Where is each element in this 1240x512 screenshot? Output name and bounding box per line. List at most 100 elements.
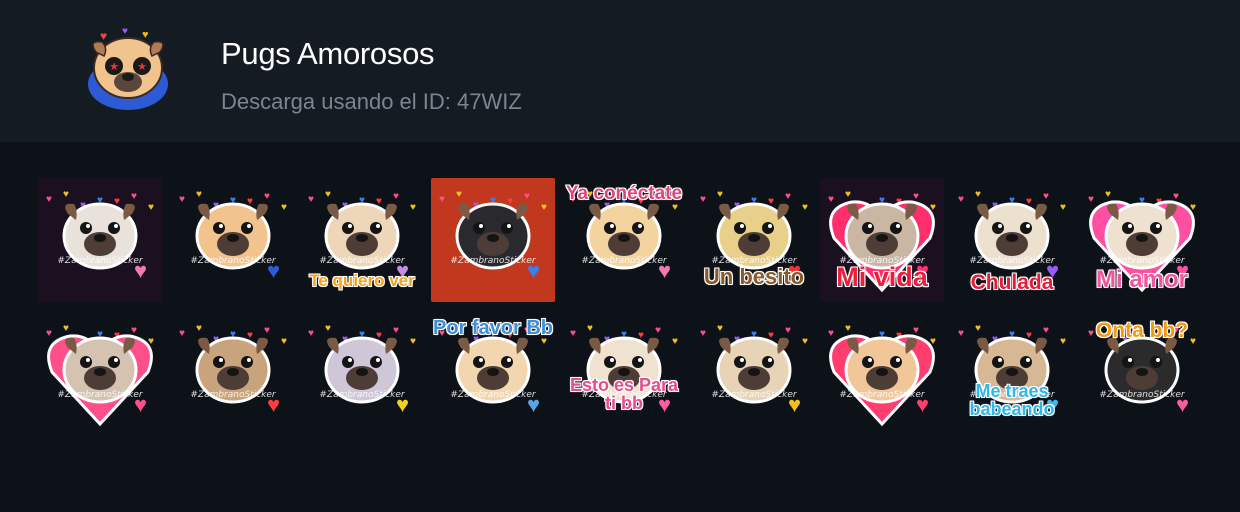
svg-text:♥: ♥ <box>802 202 808 213</box>
svg-text:♥: ♥ <box>439 194 445 205</box>
sticker-watermark: #ZambranoSticker <box>319 390 405 400</box>
svg-text:♥: ♥ <box>325 323 331 334</box>
sticker-watermark: #ZambranoSticker <box>1099 256 1185 266</box>
svg-text:♥: ♥ <box>46 194 52 205</box>
svg-text:♥: ♥ <box>100 29 107 43</box>
svg-text:♥: ♥ <box>700 328 706 339</box>
svg-text:★: ★ <box>109 61 119 73</box>
svg-text:♥: ♥ <box>179 328 185 339</box>
svg-text:♥: ♥ <box>1173 191 1179 202</box>
pug-hearts-cuddle-icon: ♥♥♥♥♥♥♥♥ <box>828 323 936 427</box>
svg-text:♥: ♥ <box>196 189 202 200</box>
pack-download-id: Descarga usando el ID: 47WIZ <box>221 89 522 114</box>
svg-text:♥: ♥ <box>131 191 137 202</box>
sticker-3[interactable]: ♥ ♥ ♥ ♥ ♥ ♥ ♥ ♥ #ZambranoSticker Te quiero ver <box>300 178 424 302</box>
sticker-16[interactable]: ♥♥♥♥♥♥♥♥#ZambranoSticker <box>820 312 944 436</box>
sticker-watermark: #ZambranoSticker <box>450 256 536 266</box>
sticker-7[interactable]: ♥♥♥♥♥♥♥♥#ZambranoStickerMi vida <box>820 178 944 302</box>
svg-text:♥: ♥ <box>1043 191 1049 202</box>
svg-text:♥: ♥ <box>131 325 137 336</box>
svg-text:♥: ♥ <box>655 325 661 336</box>
sticker-11[interactable]: ♥ ♥ ♥ ♥ ♥ ♥ ♥ ♥ #ZambranoSticker <box>171 312 295 436</box>
svg-text:♥: ♥ <box>393 191 399 202</box>
sticker-caption: Mi vida <box>835 262 928 292</box>
pack-header: ★ ★ ♥ ♥ ♥ Pugs Amorosos Descarga usando … <box>0 0 1240 142</box>
sticker-watermark: #ZambranoSticker <box>450 390 536 400</box>
svg-text:★: ★ <box>137 61 147 73</box>
svg-text:♥: ♥ <box>802 336 808 347</box>
sticker-14[interactable]: ♥ ♥ ♥ ♥ ♥ ♥ ♥ ♥ #ZambranoSticker Esto es Para ti … <box>562 312 686 436</box>
svg-text:♥: ♥ <box>456 189 462 200</box>
pug-heart-collage-icon: ♥ ♥♥ ♥ ♥ ♥♥♥ <box>38 178 162 302</box>
svg-text:♥: ♥ <box>587 323 593 334</box>
black-pugs-couple-icon: ♥ ♥♥ ♥ ♥ ♥♥♥ <box>431 178 555 302</box>
sticker-1[interactable]: ♥ ♥ ♥ ♥ ♥ ♥ ♥ ♥ #ZambranoSticker <box>38 178 162 302</box>
svg-text:♥: ♥ <box>1043 325 1049 336</box>
svg-text:♥: ♥ <box>63 323 69 334</box>
pug-pink-heart-icon: ♥♥♥♥♥♥♥♥ <box>46 323 154 427</box>
svg-text:♥: ♥ <box>393 325 399 336</box>
pug-laughing-icon: ♥ ♥♥ ♥ ♥ ♥♥♥ <box>700 323 808 417</box>
sticker-9[interactable]: ♥♥♥♥♥♥♥♥#ZambranoStickerMi amor <box>1080 178 1204 302</box>
sticker-2[interactable]: ♥ ♥ ♥ ♥ ♥ ♥ ♥ ♥ #ZambranoSticker <box>171 178 295 302</box>
sticker-15[interactable]: ♥ ♥ ♥ ♥ ♥ ♥ ♥ ♥ #ZambranoSticker <box>692 312 816 436</box>
pug-unicorn-rainbow-icon: ♥ ♥♥ ♥ ♥ ♥♥♥ <box>308 323 416 417</box>
svg-text:♥: ♥ <box>700 194 706 205</box>
sticker-caption: Chulada <box>970 271 1054 294</box>
sticker-17[interactable]: ♥ ♥ ♥ ♥ ♥ ♥ ♥ ♥ #ZambranoSticker Me traes babeand… <box>950 312 1074 436</box>
svg-text:♥: ♥ <box>785 191 791 202</box>
sticker-watermark: #ZambranoSticker <box>969 256 1055 266</box>
sticker-watermark: #ZambranoSticker <box>190 256 276 266</box>
sticker-watermark: #ZambranoSticker <box>190 390 276 400</box>
sticker-watermark: #ZambranoSticker <box>581 256 667 266</box>
sticker-caption: Onta bb? <box>1095 319 1189 342</box>
svg-text:♥: ♥ <box>672 336 678 347</box>
sticker-watermark: #ZambranoSticker <box>839 390 925 400</box>
svg-text:♥: ♥ <box>845 189 851 200</box>
sticker-watermark: #ZambranoSticker <box>1099 390 1185 400</box>
sticker-watermark: #ZambranoSticker <box>57 256 143 266</box>
svg-text:♥: ♥ <box>410 336 416 347</box>
svg-text:♥: ♥ <box>325 189 331 200</box>
pug-giving-heart-icon: ♥ ♥♥ ♥ ♥ ♥♥♥ <box>570 323 678 417</box>
sticker-watermark: #ZambranoSticker <box>57 390 143 400</box>
svg-text:♥: ♥ <box>122 26 128 37</box>
sticker-6[interactable]: ♥ ♥ ♥ ♥ ♥ ♥ ♥ ♥ #ZambranoSticker Un besito <box>692 178 816 302</box>
sticker-caption: Mi amor <box>1095 266 1189 293</box>
svg-text:♥: ♥ <box>524 191 530 202</box>
svg-text:♥: ♥ <box>913 325 919 336</box>
sticker-5[interactable]: ♥ ♥ ♥ ♥ ♥ ♥ ♥ ♥ #ZambranoSticker Ya conéctate <box>562 178 686 302</box>
svg-text:♥: ♥ <box>148 202 154 213</box>
svg-text:♥: ♥ <box>1088 194 1094 205</box>
svg-text:♥: ♥ <box>264 191 270 202</box>
sticker-18[interactable]: ♥ ♥ ♥ ♥ ♥ ♥ ♥ ♥ #ZambranoSticker Onta bb? <box>1080 312 1204 436</box>
svg-text:♥: ♥ <box>1060 336 1066 347</box>
sticker-caption: Un besito <box>703 264 805 289</box>
svg-text:♥: ♥ <box>179 194 185 205</box>
svg-text:♥: ♥ <box>281 202 287 213</box>
svg-text:♥: ♥ <box>1060 202 1066 213</box>
sticker-13[interactable]: ♥ ♥ ♥ ♥ ♥ ♥ ♥ ♥ #ZambranoSticker Por favor Bb <box>431 312 555 436</box>
pack-icon[interactable]: ★ ★ ♥ ♥ ♥ <box>78 22 178 122</box>
svg-text:♥: ♥ <box>308 328 314 339</box>
svg-text:♥: ♥ <box>828 194 834 205</box>
svg-text:♥: ♥ <box>913 191 919 202</box>
svg-text:♥: ♥ <box>264 325 270 336</box>
sticker-caption: Te quiero ver <box>308 271 415 290</box>
sticker-grid: ♥ ♥ ♥ ♥ ♥ ♥ ♥ ♥ #ZambranoSticker ♥ ♥ ♥ ♥ ♥ ♥ ♥ ♥ #Zambran… <box>0 142 1240 512</box>
svg-text:♥: ♥ <box>717 189 723 200</box>
sticker-8[interactable]: ♥ ♥ ♥ ♥ ♥ ♥ ♥ ♥ #ZambranoSticker Chulada <box>950 178 1074 302</box>
svg-text:♥: ♥ <box>958 194 964 205</box>
svg-text:♥: ♥ <box>46 328 52 339</box>
pug-tongue-heart-icon: ♥ ♥♥ ♥ ♥ ♥♥♥ <box>179 323 287 417</box>
svg-text:♥: ♥ <box>785 325 791 336</box>
sticker-caption: Ya conéctate <box>565 183 683 204</box>
sticker-12[interactable]: ♥ ♥ ♥ ♥ ♥ ♥ ♥ ♥ #ZambranoSticker <box>300 312 424 436</box>
svg-text:♥: ♥ <box>196 323 202 334</box>
sticker-4[interactable]: ♥ ♥ ♥ ♥ ♥ ♥ ♥ ♥ #ZambranoSticker <box>431 178 555 302</box>
svg-text:♥: ♥ <box>142 29 149 41</box>
sticker-10[interactable]: ♥♥♥♥♥♥♥♥#ZambranoSticker <box>38 312 162 436</box>
svg-text:♥: ♥ <box>845 323 851 334</box>
svg-text:♥: ♥ <box>281 336 287 347</box>
svg-text:♥: ♥ <box>975 189 981 200</box>
